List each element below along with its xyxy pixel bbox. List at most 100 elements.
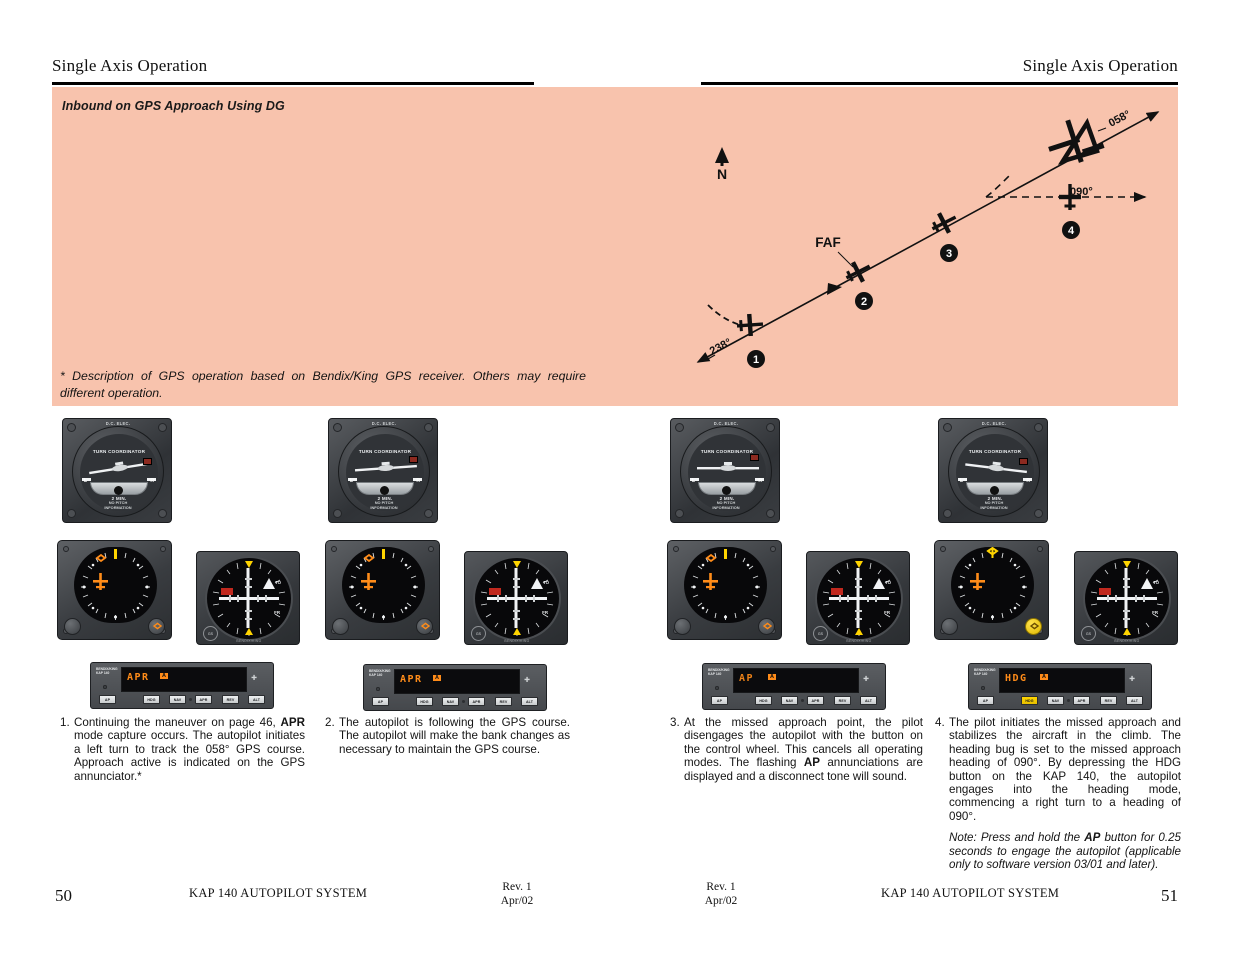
waypoint-marker-3: 3 — [940, 244, 958, 262]
kap-button-apr[interactable]: APR — [1073, 696, 1090, 705]
kap-button-rev[interactable]: REV — [495, 697, 512, 706]
kap-button-rev[interactable]: REV — [222, 695, 239, 704]
kap140-unit-3: BENDIX/KING KAP 140 AP A ✚ AP HDG NAV AP… — [702, 663, 886, 710]
dg-heading-bug-knob[interactable] — [1025, 618, 1042, 635]
dg-heading-bug-knob[interactable] — [416, 618, 433, 635]
footer-revision-left: Rev. 1 Apr/02 — [500, 881, 534, 907]
kap-button-alt[interactable]: ALT — [248, 695, 265, 704]
cdi-to-label: TO — [274, 580, 281, 585]
kap-button-alt[interactable]: ALT — [860, 696, 877, 705]
caption-number: 4. — [935, 716, 945, 729]
kap-brand-label: BENDIX/KING KAP 140 — [369, 669, 391, 677]
screw-icon — [160, 546, 166, 552]
tc-warning-flag — [750, 454, 759, 461]
kap-trim-icon: ✚ — [863, 676, 869, 683]
kap-button-ap[interactable]: AP — [99, 695, 116, 704]
kap-display-screen: APR A — [394, 669, 520, 694]
instrument-stack-3: D.C. ELEC. TURN COORDINATOR L R 2 MIN. N… — [670, 418, 780, 523]
kap-button-alt[interactable]: ALT — [1126, 696, 1143, 705]
aircraft-symbol-climbing — [1048, 117, 1105, 165]
footer-revision-right: Rev. 1 Apr/02 — [704, 881, 738, 907]
turn-coordinator-2: D.C. ELEC. TURN COORDINATOR L R 2 MIN. N… — [328, 418, 438, 523]
kap-button-rev[interactable]: REV — [834, 696, 851, 705]
screw-icon — [1034, 509, 1043, 518]
dg-2 — [325, 540, 440, 640]
screw-icon — [63, 546, 69, 552]
dg-compass-card — [951, 547, 1034, 623]
kap-button-nav[interactable]: NAV — [1047, 696, 1064, 705]
kap-button-rev[interactable]: REV — [1100, 696, 1117, 705]
screw-icon — [424, 509, 433, 518]
dg-heading-bug-knob[interactable] — [148, 618, 165, 635]
dg-aircraft-symbol — [703, 573, 718, 590]
cdi-from-label: FR — [542, 610, 548, 615]
turn-coordinator-1: D.C. ELEC. TURN COORDINATOR L R 2 MIN. N… — [62, 418, 172, 523]
caption-3: 3. At the missed approach point, the pil… — [670, 716, 923, 783]
tc-warning-flag — [409, 456, 418, 463]
kap-button-apr[interactable]: APR — [195, 695, 212, 704]
instrument-stack-4: D.C. ELEC. TURN COORDINATOR L R 2 MIN. N… — [938, 418, 1048, 523]
kap-button-ap[interactable]: AP — [977, 696, 994, 705]
dg-compass-card — [342, 547, 425, 623]
kap-display-screen: APR A — [121, 667, 247, 692]
dg-compass-card — [684, 547, 767, 623]
kap-trim-icon: ✚ — [251, 675, 257, 682]
dg-compass-card — [74, 547, 157, 623]
dg-left-knob[interactable] — [332, 618, 349, 635]
dg-heading-bug-knob[interactable] — [758, 618, 775, 635]
kap-mode-annunciation: APR — [400, 674, 423, 685]
caption-text: At the missed approach point, the pilot … — [684, 716, 923, 783]
cdi-brand-label: BENDIX/KING — [1114, 639, 1140, 643]
kap140-unit-1: BENDIX/KING KAP 140 APR A ✚ AP HDG NAV A… — [90, 662, 274, 709]
page-header-left: Single Axis Operation — [52, 56, 208, 75]
cdi-to-label: TO — [884, 580, 891, 585]
screw-icon — [333, 509, 342, 518]
instrument-stack-1: D.C. ELEC. TURN COORDINATOR L R 2 MIN. N… — [62, 418, 172, 523]
heading-bug-icon — [705, 553, 717, 563]
heading-bug-icon — [363, 553, 375, 563]
dg-left-knob[interactable] — [941, 618, 958, 635]
kap-button-hdg[interactable]: HDG — [755, 696, 772, 705]
kap-center-led — [462, 700, 465, 703]
cdi-face: TO FR — [815, 556, 903, 641]
dg-left-knob[interactable] — [674, 618, 691, 635]
kap-button-ap[interactable]: AP — [372, 697, 389, 706]
caption-number: 2. — [325, 716, 335, 729]
screw-icon — [331, 546, 337, 552]
kap-button-apr[interactable]: APR — [468, 697, 485, 706]
kap-arm-badge: A — [160, 673, 168, 679]
cdi-2: TO FR GS BENDIX/KING — [464, 551, 568, 645]
kap-button-ap[interactable]: AP — [711, 696, 728, 705]
kap-button-hdg[interactable]: HDG — [143, 695, 160, 704]
kap-center-led — [801, 699, 804, 702]
dg-left-knob[interactable] — [64, 618, 81, 635]
page-header-right: Single Axis Operation — [1022, 56, 1178, 75]
turn-coordinator-3: D.C. ELEC. TURN COORDINATOR L R 2 MIN. N… — [670, 418, 780, 523]
kap-button-alt[interactable]: ALT — [521, 697, 538, 706]
heading-bug-icon — [986, 547, 999, 558]
tc-title: TURN COORDINATOR — [92, 449, 146, 454]
cdi-face: TO FR — [473, 556, 561, 641]
screw-icon — [1037, 546, 1043, 552]
kap-button-apr[interactable]: APR — [807, 696, 824, 705]
tc-warning-flag — [143, 458, 152, 465]
screw-icon — [428, 546, 434, 552]
cdi-3: TO FR GS BENDIX/KING — [806, 551, 910, 645]
kap-trim-icon: ✚ — [524, 677, 530, 684]
waypoint-marker-1: 1 — [747, 350, 765, 368]
kap-mode-annunciation: AP — [739, 673, 755, 684]
header-rule-right — [701, 82, 1178, 85]
footer-page-number-right: 51 — [1161, 886, 1178, 905]
kap-button-nav[interactable]: NAV — [781, 696, 798, 705]
kap-button-hdg[interactable]: HDG — [416, 697, 433, 706]
screw-icon — [673, 546, 679, 552]
kap-button-hdg[interactable]: HDG — [1021, 696, 1038, 705]
svg-text:4: 4 — [1068, 225, 1075, 237]
kap-button-nav[interactable]: NAV — [169, 695, 186, 704]
caption-text: The autopilot is following the GPS cours… — [339, 716, 570, 756]
kap-center-led — [189, 698, 192, 701]
aircraft-symbol-1 — [736, 313, 764, 337]
dg-aircraft-symbol — [93, 573, 108, 590]
kap-button-nav[interactable]: NAV — [442, 697, 459, 706]
heading-bug-icon — [95, 553, 107, 563]
